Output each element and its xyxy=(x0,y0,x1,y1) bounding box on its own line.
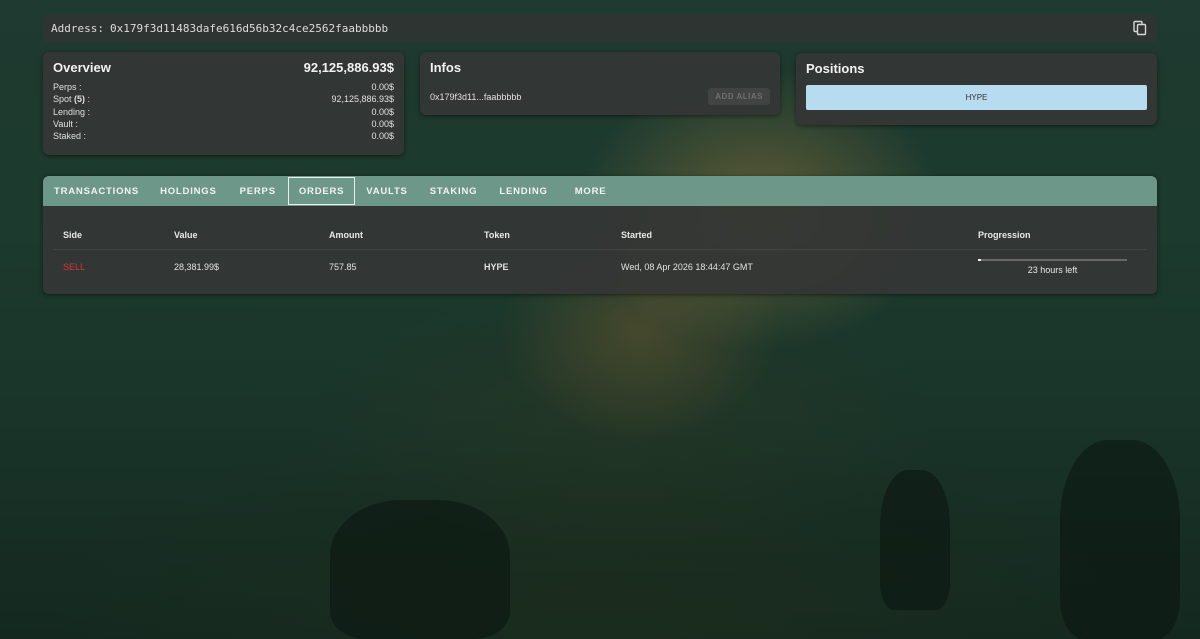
infos-title: Infos xyxy=(430,60,462,75)
overview-row-label: Perps : xyxy=(53,82,82,92)
tab-transactions[interactable]: TRANSACTIONS xyxy=(45,176,148,206)
address-bar: Address: 0x179f3d11483dafe616d56b32c4ce2… xyxy=(43,14,1157,42)
order-side: SELL xyxy=(63,262,86,272)
overview-row-lending: Lending : 0.00$ xyxy=(53,106,394,118)
background-soldier-silhouette xyxy=(1060,440,1180,639)
tab-bar: TRANSACTIONS HOLDINGS PERPS ORDERS VAULT… xyxy=(43,176,1157,206)
spot-count: (5) xyxy=(74,94,86,105)
column-header-progression[interactable]: Progression xyxy=(978,230,1147,240)
orders-table: Side Value Amount Token Started Progress… xyxy=(53,220,1147,284)
overview-row-value: 0.00$ xyxy=(371,131,394,142)
overview-row-value: 0.00$ xyxy=(371,82,394,92)
order-started: Wed, 08 Apr 2026 18:44:47 GMT xyxy=(621,262,753,272)
progress-text: 23 hours left xyxy=(1027,265,1078,275)
overview-row-vault: Vault : 0.00$ xyxy=(53,118,394,130)
table-row[interactable]: SELL 28,381.99$ 757.85 HYPE Wed, 08 Apr … xyxy=(53,250,1147,284)
overview-title: Overview xyxy=(53,60,111,75)
column-header-amount[interactable]: Amount xyxy=(329,230,484,240)
background-soldier-silhouette xyxy=(880,470,950,610)
positions-card: Positions HYPE xyxy=(796,53,1157,125)
short-address: 0x179f3d11...faabbbbb xyxy=(430,91,522,102)
column-header-value[interactable]: Value xyxy=(174,230,329,240)
overview-row-value: 0.00$ xyxy=(371,118,394,129)
overview-row-staked: Staked : 0.00$ xyxy=(53,130,394,142)
column-header-started[interactable]: Started xyxy=(621,230,978,240)
progress-track xyxy=(978,259,1127,261)
overview-row-label: Spot (5) : xyxy=(53,93,90,105)
overview-row-label: Staked : xyxy=(53,131,87,142)
address-label: Address: xyxy=(51,21,104,35)
tab-lending[interactable]: LENDING xyxy=(488,176,562,206)
progress-fill xyxy=(978,259,981,261)
column-header-side[interactable]: Side xyxy=(53,230,174,240)
overview-row-label: Vault : xyxy=(53,118,78,129)
overview-row-value: 0.00$ xyxy=(371,106,394,117)
overview-card: Overview 92,125,886.93$ Perps : 0.00$ Sp… xyxy=(43,52,404,155)
copy-icon[interactable] xyxy=(1132,20,1148,36)
background-soldier-silhouette xyxy=(330,500,510,639)
positions-title: Positions xyxy=(806,61,865,76)
tab-holdings[interactable]: HOLDINGS xyxy=(148,176,229,206)
overview-row-label: Lending : xyxy=(53,106,91,117)
order-amount: 757.85 xyxy=(329,262,357,272)
column-header-token[interactable]: Token xyxy=(484,230,621,240)
order-value: 28,381.99$ xyxy=(174,262,220,272)
table-header: Side Value Amount Token Started Progress… xyxy=(53,220,1147,250)
tab-more[interactable]: MORE xyxy=(563,176,616,206)
address-value[interactable]: 0x179f3d11483dafe616d56b32c4ce2562faabbb… xyxy=(110,22,388,35)
spot-label: Spot xyxy=(53,94,72,105)
tab-staking[interactable]: STAKING xyxy=(419,176,489,206)
overview-row-perps: Perps : 0.00$ xyxy=(53,81,394,93)
overview-row-spot: Spot (5) : 92,125,886.93$ xyxy=(53,93,394,105)
tab-vaults[interactable]: VAULTS xyxy=(355,176,418,206)
add-alias-button[interactable]: ADD ALIAS xyxy=(708,88,770,105)
position-bar-hype[interactable]: HYPE xyxy=(806,85,1147,110)
activity-card: TRANSACTIONS HOLDINGS PERPS ORDERS VAULT… xyxy=(43,176,1157,294)
order-token: HYPE xyxy=(484,262,509,272)
overview-total: 92,125,886.93$ xyxy=(303,60,394,75)
position-label: HYPE xyxy=(965,93,988,102)
infos-card: Infos 0x179f3d11...faabbbbb ADD ALIAS xyxy=(420,52,780,115)
order-progression: 23 hours left xyxy=(978,259,1147,275)
tab-orders[interactable]: ORDERS xyxy=(287,177,356,205)
tab-perps[interactable]: PERPS xyxy=(229,176,288,206)
spot-label-suffix: : xyxy=(87,94,91,105)
overview-row-value: 92,125,886.93$ xyxy=(331,94,394,105)
